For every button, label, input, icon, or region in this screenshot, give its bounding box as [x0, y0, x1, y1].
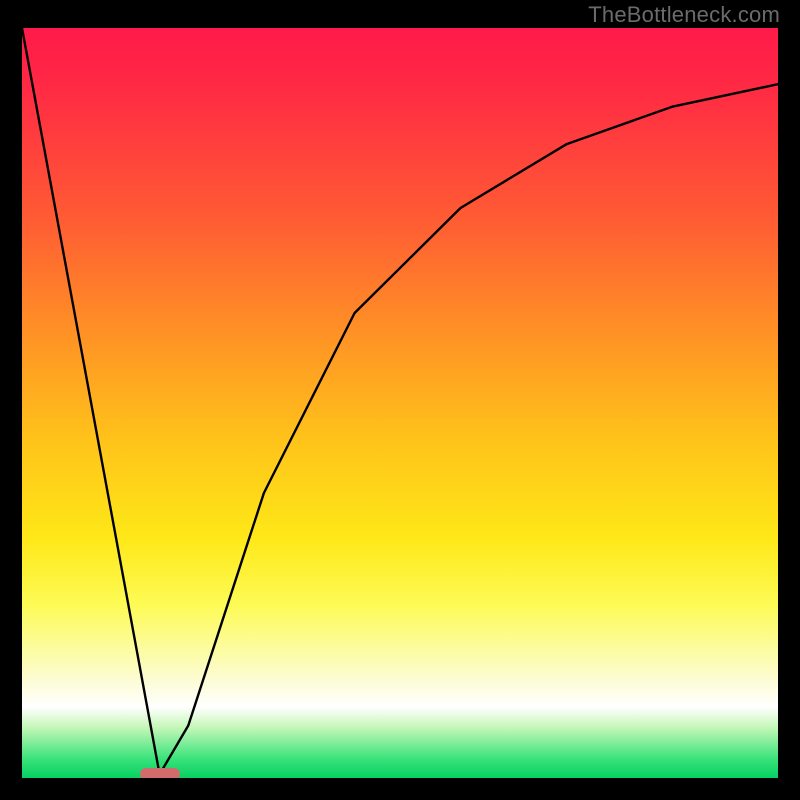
watermark-text: TheBottleneck.com	[588, 2, 780, 28]
heat-gradient	[22, 28, 778, 778]
plot-area	[22, 28, 778, 778]
optimum-marker	[140, 768, 180, 778]
outer-frame: TheBottleneck.com	[0, 0, 800, 800]
